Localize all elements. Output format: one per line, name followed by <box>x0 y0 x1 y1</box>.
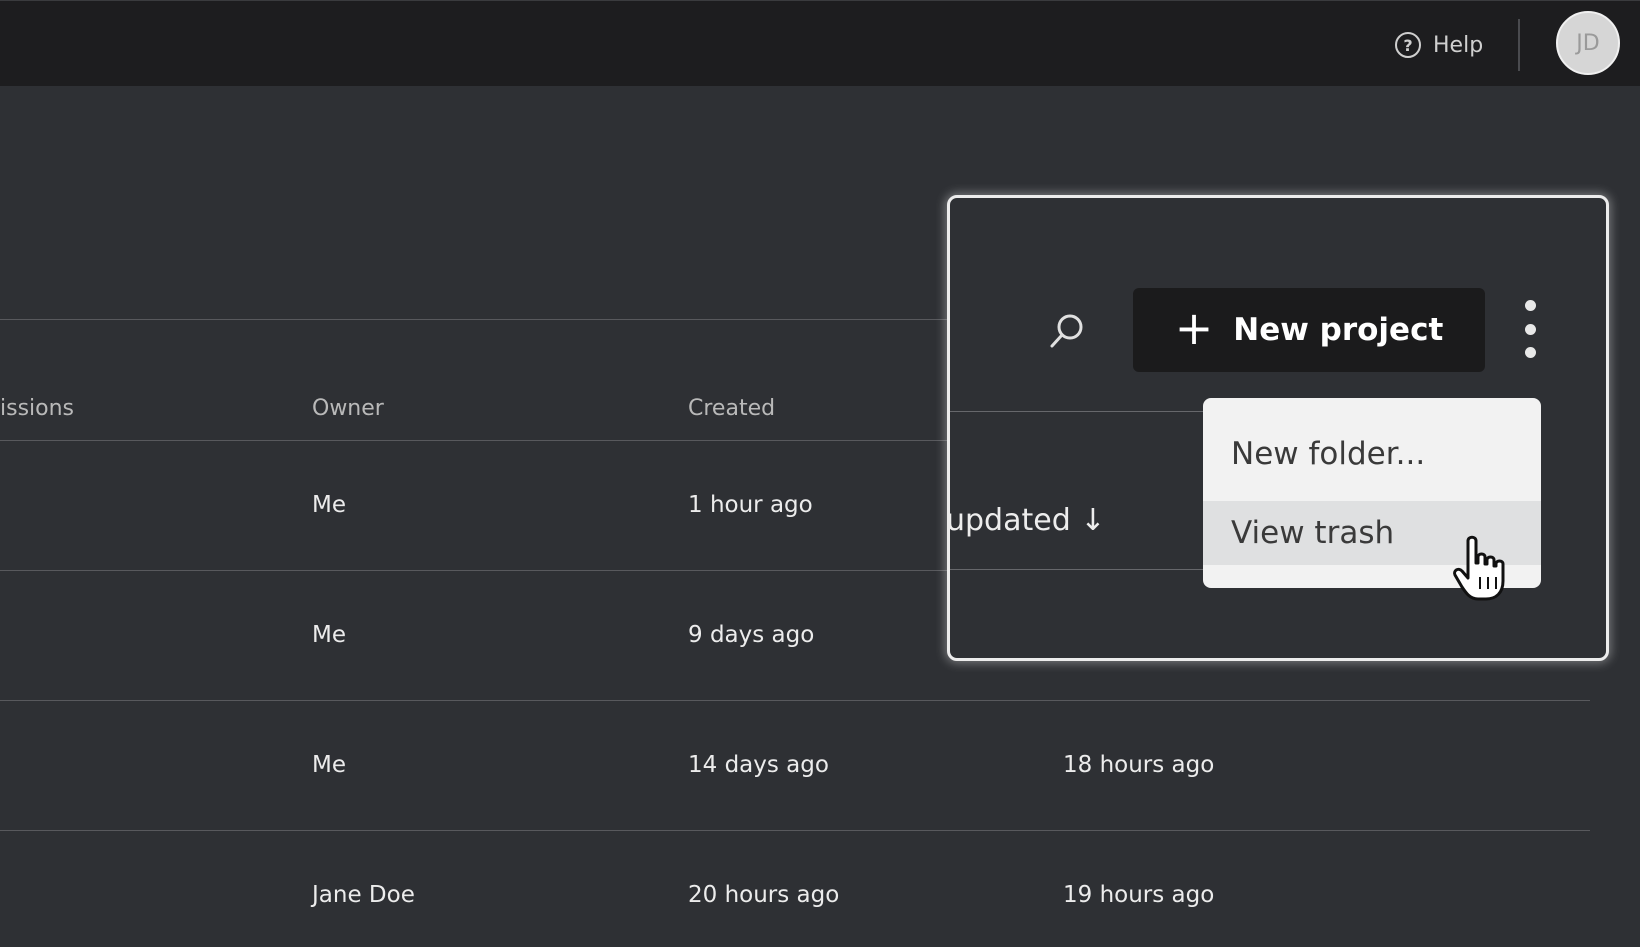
column-header-created[interactable]: Created <box>688 396 775 421</box>
hand-pointer-cursor-icon <box>1453 535 1505 601</box>
toolbar-highlight-panel: + New project updated ↓ New folder... Vi… <box>947 195 1609 661</box>
toolbar-divider <box>0 319 950 320</box>
row-created: 14 days ago <box>688 752 829 778</box>
sort-label: updated <box>947 503 1071 538</box>
row-created: 20 hours ago <box>688 882 840 908</box>
row-owner: Me <box>312 752 346 778</box>
row-updated: 19 hours ago <box>1063 882 1215 908</box>
row-divider <box>0 700 1590 701</box>
kebab-menu-icon[interactable] <box>1520 300 1540 358</box>
search-button[interactable] <box>1045 308 1091 354</box>
sort-arrow-icon: ↓ <box>1080 503 1106 538</box>
header-divider <box>0 440 950 441</box>
row-divider <box>0 830 1590 831</box>
search-icon <box>1050 314 1083 348</box>
row-owner: Me <box>312 622 346 648</box>
row-owner: Me <box>312 492 346 518</box>
row-owner: Jane Doe <box>312 882 415 908</box>
column-header-owner[interactable]: Owner <box>312 396 384 421</box>
plus-icon: + <box>1174 301 1214 355</box>
new-project-label: New project <box>1233 312 1444 348</box>
help-label: Help <box>1433 32 1484 58</box>
new-project-button[interactable]: + New project <box>1133 288 1485 372</box>
top-bar: ? Help JD <box>0 0 1640 86</box>
menu-item-new-folder[interactable]: New folder... <box>1203 422 1541 486</box>
row-updated: 18 hours ago <box>1063 752 1215 778</box>
row-created: 1 hour ago <box>688 492 813 518</box>
row-divider <box>0 570 950 571</box>
column-header-updated[interactable]: updated ↓ <box>947 503 1106 538</box>
avatar[interactable]: JD <box>1556 11 1620 75</box>
help-icon: ? <box>1395 32 1421 58</box>
row-created: 9 days ago <box>688 622 815 648</box>
toolbar-divider <box>950 411 1210 412</box>
column-header-permissions[interactable]: issions <box>0 396 74 421</box>
header-divider <box>950 569 1210 570</box>
help-button[interactable]: ? Help <box>1395 25 1483 65</box>
divider <box>1518 19 1520 71</box>
